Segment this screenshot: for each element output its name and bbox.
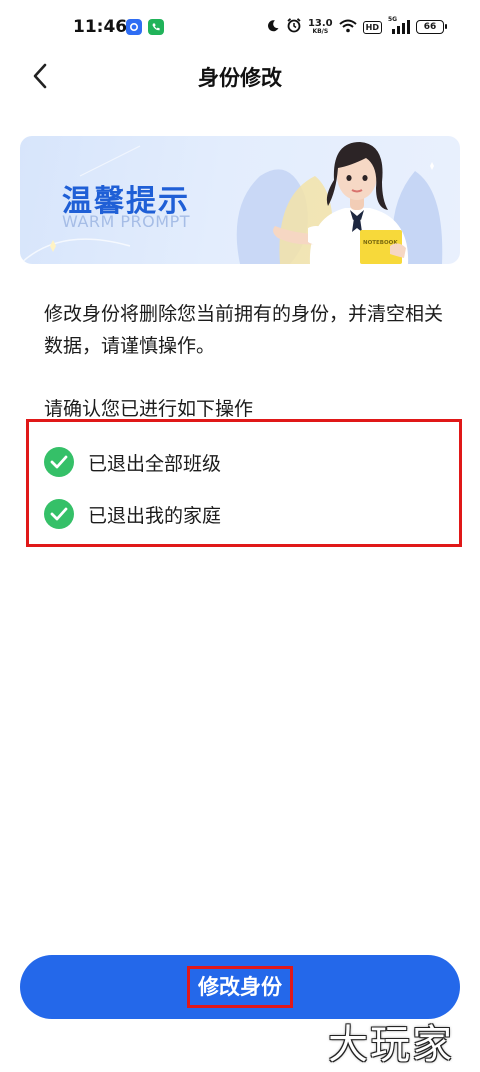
signal-5g-label: 5G	[388, 16, 398, 23]
change-identity-button-label: 修改身份	[187, 966, 293, 1008]
app-notification-icon	[126, 19, 142, 35]
battery-icon: 66	[416, 20, 447, 34]
banner-subtitle: WARM PROMPT	[62, 212, 190, 231]
warning-notice: 修改身份将删除您当前拥有的身份，并清空相关数据，请谨慎操作。	[44, 303, 444, 357]
confirm-item-label: 已退出全部班级	[88, 452, 222, 475]
wifi-icon	[338, 18, 357, 37]
status-bar: 11:46 13.0 KB/S HD 5G 66	[0, 0, 480, 56]
check-circle-icon	[44, 499, 74, 529]
watermark: 大玩家	[328, 1022, 454, 1068]
alarm-icon	[286, 17, 302, 37]
cellular-signal-icon: 5G	[388, 16, 410, 35]
confirm-item: 已退出全部班级	[44, 446, 221, 478]
identity-change-screen: 11:46 13.0 KB/S HD 5G 66 身份修改 温馨提示 WARM …	[0, 0, 480, 1072]
do-not-disturb-icon	[266, 18, 280, 37]
assistant-illustration: NOTEBOOK	[236, 142, 443, 264]
network-speed-unit: KB/S	[312, 28, 329, 35]
confirm-item-label: 已退出我的家庭	[88, 504, 222, 527]
confirm-title: 请确认您已进行如下操作	[44, 398, 254, 420]
warm-prompt-banner: 温馨提示 WARM PROMPT NOTEBOOK	[20, 136, 460, 264]
battery-level: 66	[423, 22, 437, 32]
network-speed: 13.0 KB/S	[308, 19, 333, 35]
page-title: 身份修改	[198, 66, 282, 90]
hd-badge: HD	[362, 20, 382, 34]
status-icons: 13.0 KB/S HD 5G 66	[266, 16, 447, 38]
change-identity-button[interactable]: 修改身份	[20, 955, 460, 1019]
check-circle-icon	[44, 447, 74, 477]
confirm-item: 已退出我的家庭	[44, 498, 221, 530]
phone-notification-icon	[148, 19, 164, 35]
status-time: 11:46	[73, 17, 128, 37]
